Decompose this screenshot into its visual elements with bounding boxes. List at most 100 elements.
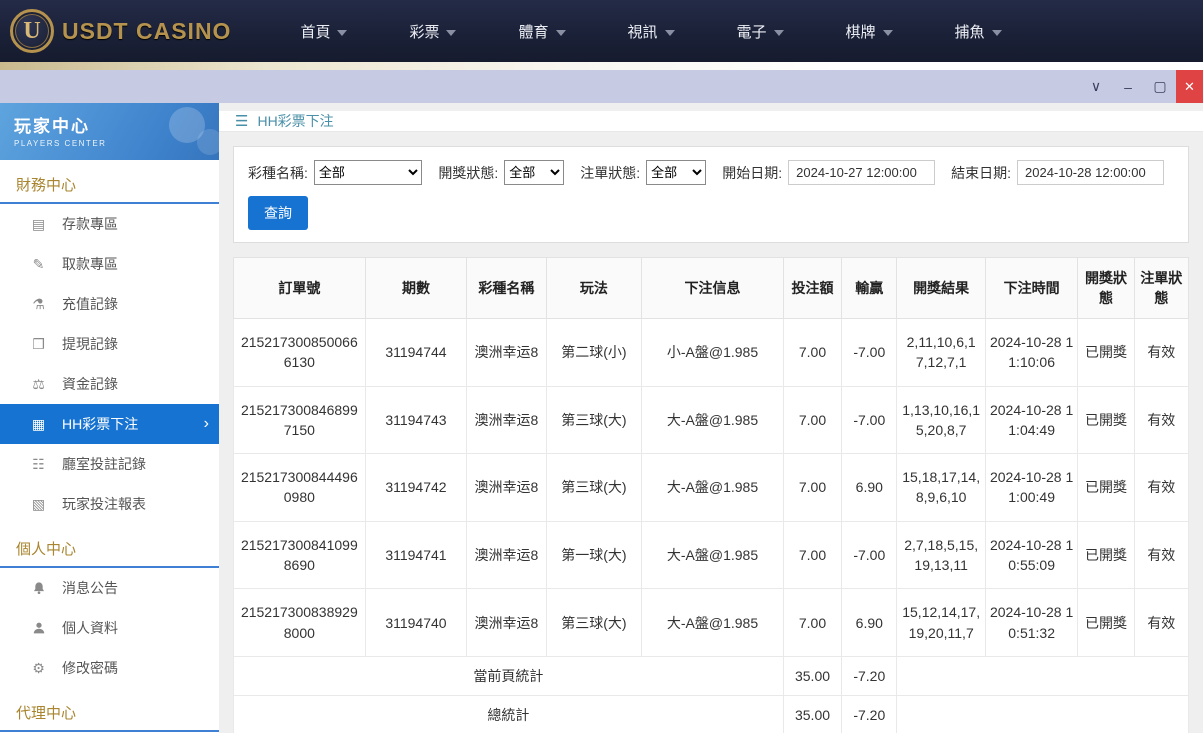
sidebar-item-funds-record[interactable]: ⚖ 資金記錄 (0, 364, 219, 404)
casino-logo[interactable]: U USDT CASINO (10, 9, 231, 53)
cell-draw-status: 已開獎 (1078, 521, 1134, 589)
menu-item-lottery[interactable]: 彩票 (378, 0, 487, 62)
sidebar-item-withdraw[interactable]: ✎ 取款專區 (0, 244, 219, 284)
main-content: ☰ HH彩票下注 彩種名稱: 全部 開獎狀態: 全部 注單狀態: 全部 開始日期… (219, 103, 1203, 733)
menu-item-video[interactable]: 視訊 (597, 0, 706, 62)
sidebar-item-deposit[interactable]: ▤ 存款專區 (0, 204, 219, 244)
sidebar-item-recharge-record[interactable]: ⚗ 充值記錄 (0, 284, 219, 324)
col-order-status: 注單狀態 (1134, 258, 1188, 319)
cell-bet-info: 小-A盤@1.985 (642, 319, 784, 387)
col-bet-amount: 投注額 (783, 258, 841, 319)
deposit-icon: ▤ (30, 216, 47, 233)
cell-period: 31194743 (365, 386, 467, 454)
order-status-label: 注單狀態: (580, 163, 640, 183)
bets-table: 訂單號 期數 彩種名稱 玩法 下注信息 投注額 輸贏 開獎結果 下注時間 開獎狀… (233, 257, 1189, 733)
draw-status-select[interactable]: 全部 (504, 160, 564, 185)
window-minimize-button[interactable]: – (1112, 70, 1144, 103)
sidebar-item-label: 提現記錄 (62, 334, 118, 354)
filter-panel: 彩種名稱: 全部 開獎狀態: 全部 注單狀態: 全部 開始日期: 結束日期: 查… (233, 146, 1189, 243)
withdraw-icon: ✎ (30, 256, 47, 273)
start-date-input[interactable] (788, 160, 935, 185)
sidebar-item-room-bet-record[interactable]: ☷ 廳室投註記錄 (0, 444, 219, 484)
cell-order-status: 有效 (1134, 589, 1188, 657)
cell-draw-result: 2,11,10,6,17,12,7,1 (897, 319, 985, 387)
cell-draw-status: 已開獎 (1078, 319, 1134, 387)
sidebar-item-player-bet-report[interactable]: ▧ 玩家投注報表 (0, 484, 219, 524)
table-row: 2152173008500666130 31194744 澳洲幸运8 第二球(小… (234, 319, 1189, 387)
order-status-select[interactable]: 全部 (646, 160, 706, 185)
sidebar-item-hh-lottery-bets[interactable]: ▦ HH彩票下注 (0, 404, 219, 444)
cell-play-type: 第一球(大) (546, 521, 642, 589)
breadcrumb: ☰ HH彩票下注 (219, 111, 1203, 132)
cell-lottery-name: 澳洲幸运8 (467, 319, 546, 387)
cell-bet-time: 2024-10-28 11:00:49 (985, 454, 1077, 522)
sidebar-title: 玩家中心 (14, 112, 205, 137)
cell-bet-info: 大-A盤@1.985 (642, 521, 784, 589)
main-menu: 首頁 彩票 體育 視訊 電子 棋牌 捕魚 (269, 0, 1032, 62)
sidebar-item-label: 消息公告 (62, 578, 118, 598)
cell-period: 31194742 (365, 454, 467, 522)
sidebar: 玩家中心 PLAYERS CENTER 財務中心 ▤ 存款專區 ✎ 取款專區 ⚗… (0, 103, 219, 733)
search-button[interactable]: 查詢 (248, 196, 308, 230)
chevron-down-icon (556, 30, 566, 36)
sidebar-item-change-password[interactable]: ⚙ 修改密碼 (0, 648, 219, 688)
summary-total-winloss: -7.20 (842, 696, 897, 733)
sidebar-item-profile[interactable]: 個人資料 (0, 608, 219, 648)
cell-bet-info: 大-A盤@1.985 (642, 589, 784, 657)
menu-label: 電子 (737, 21, 767, 42)
section-agent-center: 代理中心 (0, 688, 219, 732)
window-maximize-button[interactable]: ▢ (1144, 70, 1176, 103)
cell-bet-amount: 7.00 (783, 521, 841, 589)
chevron-down-icon (446, 30, 456, 36)
sidebar-item-label: 資金記錄 (62, 374, 118, 394)
recharge-record-icon: ⚗ (30, 296, 47, 313)
chevron-down-icon (883, 30, 893, 36)
table-header-row: 訂單號 期數 彩種名稱 玩法 下注信息 投注額 輸贏 開獎結果 下注時間 開獎狀… (234, 258, 1189, 319)
cell-order-status: 有效 (1134, 454, 1188, 522)
menu-item-fishing[interactable]: 捕魚 (924, 0, 1033, 62)
top-navigation: U USDT CASINO 首頁 彩票 體育 視訊 電子 棋牌 捕魚 (0, 0, 1203, 62)
sidebar-subtitle: PLAYERS CENTER (14, 139, 205, 148)
nav-bottom-strip (0, 62, 1203, 70)
menu-item-home[interactable]: 首頁 (269, 0, 378, 62)
summary-row-current-page: 當前頁統計 35.00 -7.20 (234, 656, 1189, 695)
sidebar-item-label: 玩家投注報表 (62, 494, 146, 514)
menu-item-electronic[interactable]: 電子 (706, 0, 815, 62)
cell-order-id: 2152173008444960980 (234, 454, 366, 522)
col-order-id: 訂單號 (234, 258, 366, 319)
sidebar-item-withdrawal-record[interactable]: ❒ 提現記錄 (0, 324, 219, 364)
sidebar-item-label: 存款專區 (62, 214, 118, 234)
menu-item-sports[interactable]: 體育 (487, 0, 596, 62)
menu-item-boardgames[interactable]: 棋牌 (815, 0, 924, 62)
sidebar-item-label: 廳室投註記錄 (62, 454, 146, 474)
cell-bet-amount: 7.00 (783, 386, 841, 454)
cell-bet-time: 2024-10-28 10:55:09 (985, 521, 1077, 589)
hamburger-icon[interactable]: ☰ (235, 112, 248, 130)
table-row: 2152173008468997150 31194743 澳洲幸运8 第三球(大… (234, 386, 1189, 454)
end-date-label: 結束日期: (951, 163, 1011, 183)
menu-label: 首頁 (300, 21, 330, 42)
col-win-loss: 輸贏 (842, 258, 897, 319)
lottery-name-select[interactable]: 全部 (314, 160, 422, 185)
col-period: 期數 (365, 258, 467, 319)
cell-win-loss: 6.90 (842, 589, 897, 657)
cell-order-id: 2152173008500666130 (234, 319, 366, 387)
page-title: HH彩票下注 (257, 111, 333, 131)
sidebar-item-announcements[interactable]: 消息公告 (0, 568, 219, 608)
bell-icon (30, 581, 47, 595)
cell-order-status: 有效 (1134, 319, 1188, 387)
end-date-input[interactable] (1017, 160, 1164, 185)
window-collapse-button[interactable]: ∨ (1080, 70, 1112, 103)
cell-period: 31194744 (365, 319, 467, 387)
window-close-button[interactable]: ✕ (1176, 70, 1203, 103)
cell-draw-result: 15,18,17,14,8,9,6,10 (897, 454, 985, 522)
table-row: 2152173008444960980 31194742 澳洲幸运8 第三球(大… (234, 454, 1189, 522)
person-icon (30, 621, 47, 635)
summary-total-label: 總統計 (234, 696, 784, 733)
cell-order-status: 有效 (1134, 521, 1188, 589)
withdrawal-record-icon: ❒ (30, 336, 47, 353)
window-title-bar: ∨ – ▢ ✕ (0, 70, 1203, 103)
menu-label: 視訊 (628, 21, 658, 42)
cell-draw-result: 1,13,10,16,15,20,8,7 (897, 386, 985, 454)
chevron-down-icon (665, 30, 675, 36)
